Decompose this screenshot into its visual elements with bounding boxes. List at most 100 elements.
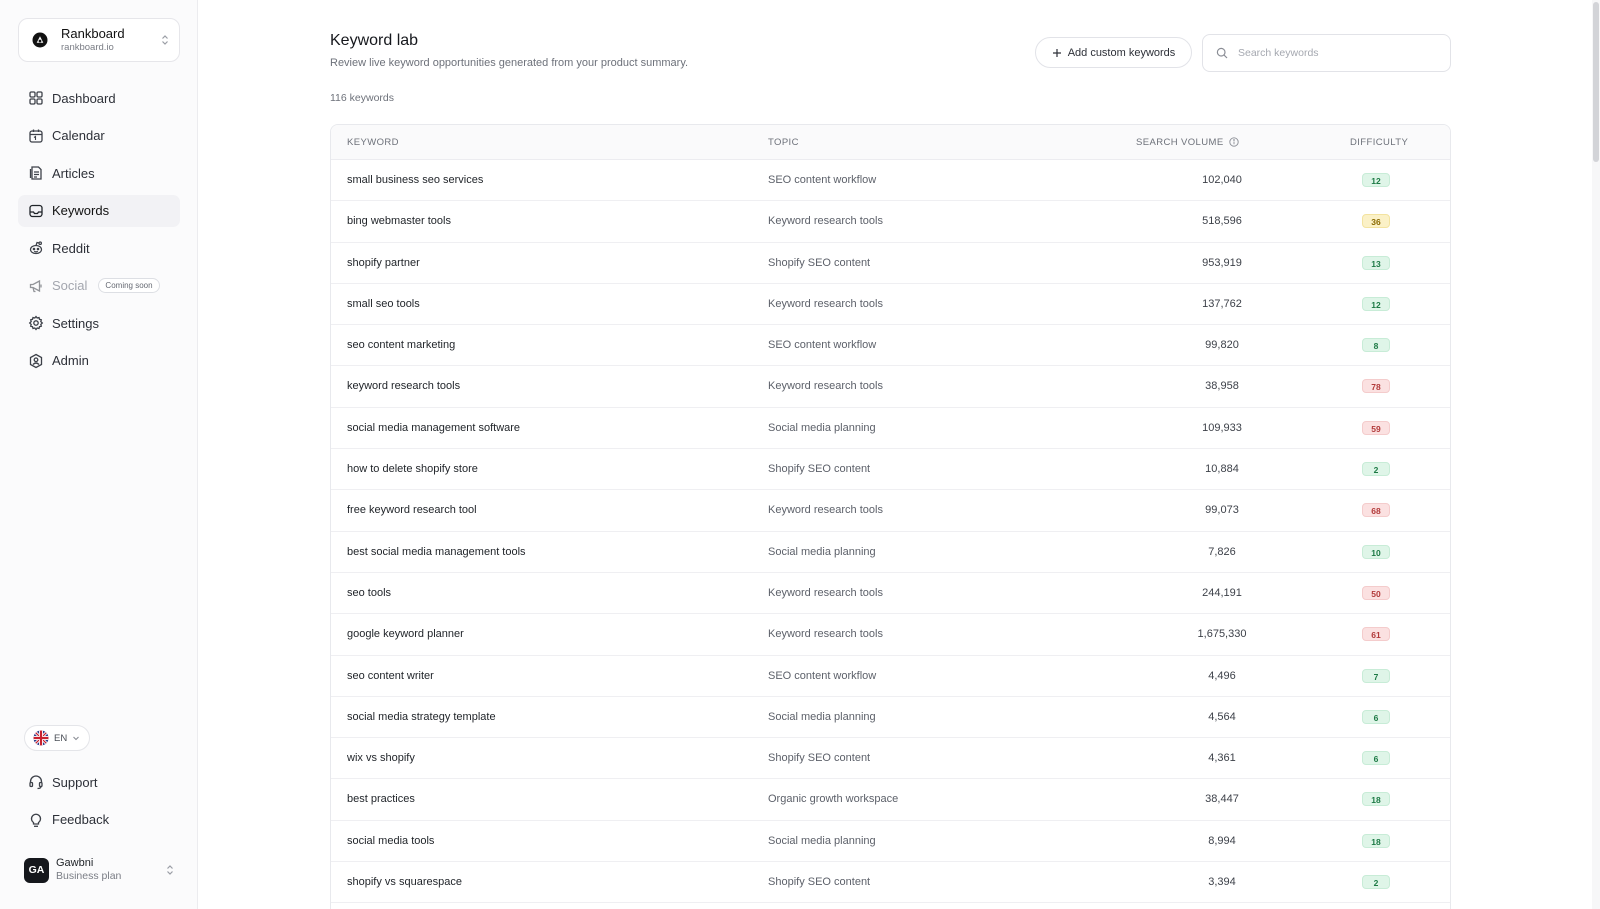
topic-cell: Shopify SEO content	[768, 256, 871, 269]
difficulty-badge: 78	[1362, 379, 1390, 394]
nav-item-reddit[interactable]: Reddit	[18, 232, 180, 264]
search-volume-cell: 99,073	[1205, 504, 1239, 517]
nav-item-articles[interactable]: Articles	[18, 157, 180, 189]
table-row[interactable]: small seo tools Keyword research tools 137…	[331, 284, 1450, 326]
keyword-cell: bing webmaster tools	[347, 215, 451, 228]
page-title: Keyword lab	[330, 32, 419, 49]
nav-item-keywords[interactable]: Keywords	[18, 194, 180, 227]
search-volume-cell: 99,820	[1205, 339, 1239, 352]
nav-item-dashboard[interactable]: Dashboard	[18, 82, 180, 114]
table-row[interactable]: shopify partner Shopify SEO content 953,91…	[331, 243, 1450, 284]
column-header-keyword[interactable]: KEYWORD	[347, 137, 399, 148]
column-header-difficulty[interactable]: DIFFICULTY	[1350, 137, 1408, 148]
column-header-topic[interactable]: TOPIC	[768, 137, 799, 148]
topic-cell: Shopify SEO content	[768, 876, 871, 889]
search-volume-label: SEARCH VOLUME	[1136, 137, 1224, 148]
table-row[interactable]: shopify vs squarespace Shopify SEO conten…	[331, 862, 1450, 904]
search-volume-cell: 518,596	[1202, 215, 1242, 228]
table-row[interactable]: wix vs shopify Shopify SEO content 4,361 6	[331, 738, 1450, 780]
add-custom-keywords-button[interactable]: Add custom keywords	[1035, 37, 1192, 68]
difficulty-badge: 6	[1362, 709, 1390, 724]
uk-flag-icon	[33, 730, 49, 746]
workspace-name: Rankboard	[61, 26, 125, 41]
nav-item-settings[interactable]: Settings	[18, 307, 180, 339]
difficulty-badge: 50	[1362, 585, 1390, 600]
page-scrollbar[interactable]	[1592, 0, 1600, 909]
keyword-cell: how to delete shopify store	[347, 463, 478, 476]
topic-cell: Keyword research tools	[768, 628, 883, 641]
nav-item-feedback[interactable]: Feedback	[18, 804, 180, 836]
chevron-up-down-icon	[167, 865, 173, 875]
table-row[interactable]: free keyword research tool Keyword resear…	[331, 490, 1450, 532]
table-row[interactable]: seo content marketing SEO content workflo…	[331, 325, 1450, 367]
language-label: EN	[54, 732, 68, 744]
dashboard-icon	[29, 91, 43, 105]
inbox-icon	[29, 204, 43, 217]
topic-cell: Social media planning	[768, 710, 876, 723]
difficulty-badge: 8	[1362, 338, 1390, 353]
difficulty-badge: 36	[1362, 214, 1390, 229]
nav-item-calendar[interactable]: Calendar	[18, 120, 180, 152]
language-selector[interactable]: EN	[24, 725, 90, 751]
table-row[interactable]: google keyword planner Keyword research t…	[331, 614, 1450, 656]
difficulty-badge: 68	[1362, 503, 1390, 518]
table-row[interactable]: social media management software Social m…	[331, 408, 1450, 450]
add-button-label: Add custom keywords	[1067, 46, 1176, 59]
search-volume-cell: 3,394	[1208, 876, 1236, 889]
difficulty-badge: 2	[1362, 875, 1390, 890]
table-row[interactable]: best practices Organic growth workspace 38…	[331, 779, 1450, 821]
topic-cell: SEO content workflow	[768, 174, 877, 186]
difficulty-badge: 59	[1362, 420, 1390, 435]
keyword-cell: free keyword research tool	[347, 504, 477, 517]
column-header-search-volume[interactable]: SEARCH VOLUME	[1136, 137, 1239, 148]
table-row[interactable]: bing webmaster tools Keyword research too…	[331, 201, 1450, 243]
table-row[interactable]: social media tools Social media planning 8…	[331, 821, 1450, 863]
table-row[interactable]: small business seo services SEO content w…	[331, 160, 1450, 202]
keyword-cell: google keyword planner	[347, 628, 464, 641]
nav-item-admin[interactable]: Admin	[18, 345, 180, 377]
nav-label: Reddit	[52, 240, 90, 256]
nav-label: Feedback	[52, 812, 110, 827]
table-row[interactable]: how to delete shopify store Shopify SEO c…	[331, 449, 1450, 491]
nav-label: Support	[52, 774, 98, 790]
keyword-cell: shopify vs squarespace	[347, 876, 462, 889]
table-row[interactable]: keyword research tools Keyword research t…	[331, 366, 1450, 408]
calendar-icon	[29, 129, 43, 143]
user-menu[interactable]: GA Gawbni Business plan	[24, 856, 174, 884]
nav-item-support[interactable]: Support	[18, 766, 180, 798]
topic-cell: Shopify SEO content	[768, 463, 871, 476]
topic-cell: Keyword research tools	[768, 297, 883, 310]
search-volume-cell: 7,826	[1208, 545, 1236, 558]
nav-label: Articles	[52, 165, 95, 181]
user-name: Gawbni	[56, 857, 94, 869]
nav-label: Calendar	[52, 128, 105, 143]
search-volume-cell: 109,933	[1202, 421, 1242, 434]
keyword-cell: social media tools	[347, 834, 435, 847]
user-plan: Business plan	[56, 870, 122, 882]
nav-label: Keywords	[52, 203, 110, 218]
keyword-cell: best social media management tools	[347, 545, 526, 558]
search-input[interactable]	[1238, 47, 1438, 59]
table-row[interactable]: seo tools Keyword research tools 244,191 50	[331, 573, 1450, 615]
nav-label: Social	[52, 278, 88, 293]
articles-icon	[29, 166, 42, 180]
topic-cell: Social media planning	[768, 545, 876, 558]
keyword-cell: keyword research tools	[347, 380, 461, 393]
search-volume-cell: 38,447	[1205, 793, 1239, 806]
lightbulb-icon	[30, 813, 42, 827]
table-header: KEYWORD TOPIC SEARCH VOLUME DIFFICULTY	[331, 125, 1450, 160]
difficulty-badge: 61	[1362, 627, 1390, 642]
search-box[interactable]	[1202, 34, 1451, 72]
nav-label: Settings	[52, 315, 99, 331]
info-icon[interactable]	[1228, 137, 1239, 147]
table-row[interactable]: social media strategy template Social med…	[331, 697, 1450, 739]
nav-item-social: Social Coming soon	[18, 270, 180, 302]
scrollbar-thumb[interactable]	[1593, 2, 1599, 162]
table-row[interactable]: seo content writer SEO content workflow 4,…	[331, 656, 1450, 697]
workspace-switcher[interactable]: Rankboard rankboard.io	[18, 18, 180, 62]
coming-soon-badge: Coming soon	[98, 278, 160, 293]
table-row[interactable]: best social media management tools Social…	[331, 532, 1450, 573]
search-volume-cell: 953,919	[1202, 256, 1242, 269]
difficulty-badge: 6	[1362, 751, 1390, 766]
megaphone-icon	[29, 279, 42, 292]
